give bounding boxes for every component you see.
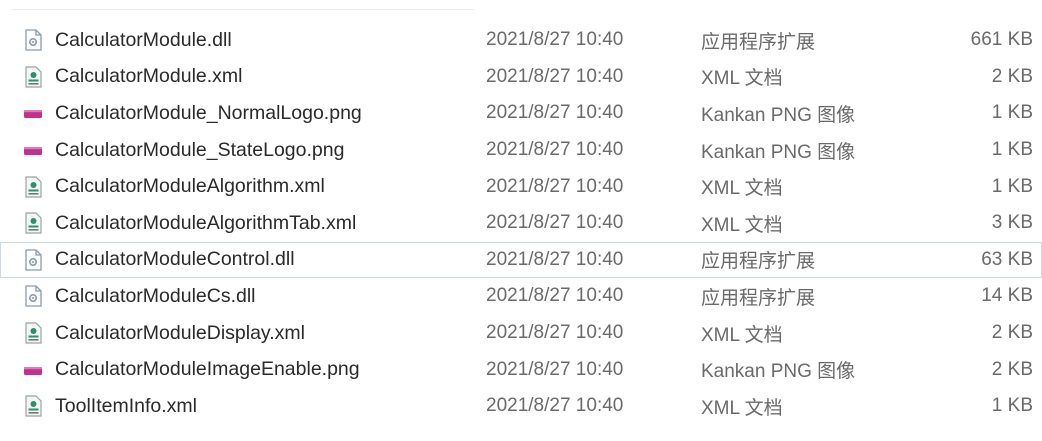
file-size: 661 KB <box>970 29 1033 51</box>
file-name: ToolItemInfo.xml <box>55 394 197 417</box>
file-type: XML 文档 <box>701 397 783 419</box>
file-date-modified: 2021/8/27 10:40 <box>486 212 624 234</box>
file-date-modified: 2021/8/27 10:40 <box>486 322 624 344</box>
file-date-modified: 2021/8/27 10:40 <box>486 285 624 307</box>
xml-file-icon <box>21 169 45 204</box>
file-type: XML 文档 <box>701 324 783 346</box>
png-file-icon <box>21 133 45 168</box>
file-name: CalculatorModuleAlgorithmTab.xml <box>55 211 357 234</box>
xml-file-icon <box>21 60 45 95</box>
file-size: 2 KB <box>991 322 1033 344</box>
file-date-modified: 2021/8/27 10:40 <box>486 358 624 380</box>
file-list: CalculatorModule.dll 2021/8/27 10:40 应用程… <box>0 22 1042 425</box>
file-type: 应用程序扩展 <box>701 287 816 309</box>
file-name: CalculatorModuleImageEnable.png <box>55 358 360 381</box>
file-type: 应用程序扩展 <box>701 31 816 53</box>
file-row[interactable]: CalculatorModuleImageEnable.png 2021/8/2… <box>0 351 1042 388</box>
file-date-modified: 2021/8/27 10:40 <box>486 248 624 270</box>
file-type: Kankan PNG 图像 <box>701 361 856 383</box>
file-size: 1 KB <box>991 395 1033 417</box>
file-name: CalculatorModuleDisplay.xml <box>55 321 305 344</box>
file-row[interactable]: CalculatorModuleAlgorithmTab.xml 2021/8/… <box>0 205 1042 242</box>
file-date-modified: 2021/8/27 10:40 <box>486 29 624 51</box>
file-size: 1 KB <box>991 102 1033 124</box>
file-size: 14 KB <box>981 285 1033 307</box>
file-row[interactable]: CalculatorModule.xml 2021/8/27 10:40 XML… <box>0 59 1042 96</box>
file-name: CalculatorModuleControl.dll <box>55 248 295 271</box>
file-row[interactable]: CalculatorModule_NormalLogo.png 2021/8/2… <box>0 95 1042 132</box>
file-row[interactable]: CalculatorModuleAlgorithm.xml 2021/8/27 … <box>0 168 1042 205</box>
file-row-selected[interactable]: CalculatorModuleControl.dll 2021/8/27 10… <box>0 241 1042 279</box>
file-type: XML 文档 <box>701 68 783 90</box>
file-name: CalculatorModule.xml <box>55 65 243 88</box>
dll-file-icon <box>21 279 45 314</box>
file-size: 1 KB <box>991 139 1033 161</box>
xml-file-icon <box>21 316 45 351</box>
file-size: 2 KB <box>991 358 1033 380</box>
file-date-modified: 2021/8/27 10:40 <box>486 175 624 197</box>
file-type: XML 文档 <box>701 214 783 236</box>
dll-file-icon <box>21 23 45 58</box>
file-date-modified: 2021/8/27 10:40 <box>486 395 624 417</box>
file-name: CalculatorModuleCs.dll <box>55 284 256 307</box>
file-name: CalculatorModule.dll <box>55 28 232 51</box>
dll-file-icon <box>21 243 45 278</box>
xml-file-icon <box>21 389 45 424</box>
file-row[interactable]: ToolItemInfo.xml 2021/8/27 10:40 XML 文档 … <box>0 388 1042 425</box>
file-row[interactable]: CalculatorModule.dll 2021/8/27 10:40 应用程… <box>0 22 1042 59</box>
file-name: CalculatorModuleAlgorithm.xml <box>55 175 325 198</box>
file-row[interactable]: CalculatorModuleCs.dll 2021/8/27 10:40 应… <box>0 278 1042 315</box>
file-size: 63 KB <box>981 248 1033 270</box>
file-size: 2 KB <box>991 65 1033 87</box>
file-size: 3 KB <box>991 212 1033 234</box>
file-date-modified: 2021/8/27 10:40 <box>486 139 624 161</box>
file-name: CalculatorModule_StateLogo.png <box>55 138 345 161</box>
file-type: Kankan PNG 图像 <box>701 141 856 163</box>
file-date-modified: 2021/8/27 10:40 <box>486 102 624 124</box>
file-row[interactable]: CalculatorModuleDisplay.xml 2021/8/27 10… <box>0 315 1042 352</box>
file-size: 1 KB <box>991 175 1033 197</box>
column-header-divider <box>12 9 474 10</box>
file-type: Kankan PNG 图像 <box>701 104 856 126</box>
file-name: CalculatorModule_NormalLogo.png <box>55 101 362 124</box>
file-type: 应用程序扩展 <box>701 251 816 273</box>
file-row[interactable]: CalculatorModule_StateLogo.png 2021/8/27… <box>0 132 1042 169</box>
file-type: XML 文档 <box>701 178 783 200</box>
xml-file-icon <box>21 206 45 241</box>
png-file-icon <box>21 352 45 387</box>
png-file-icon <box>21 96 45 131</box>
file-date-modified: 2021/8/27 10:40 <box>486 65 624 87</box>
